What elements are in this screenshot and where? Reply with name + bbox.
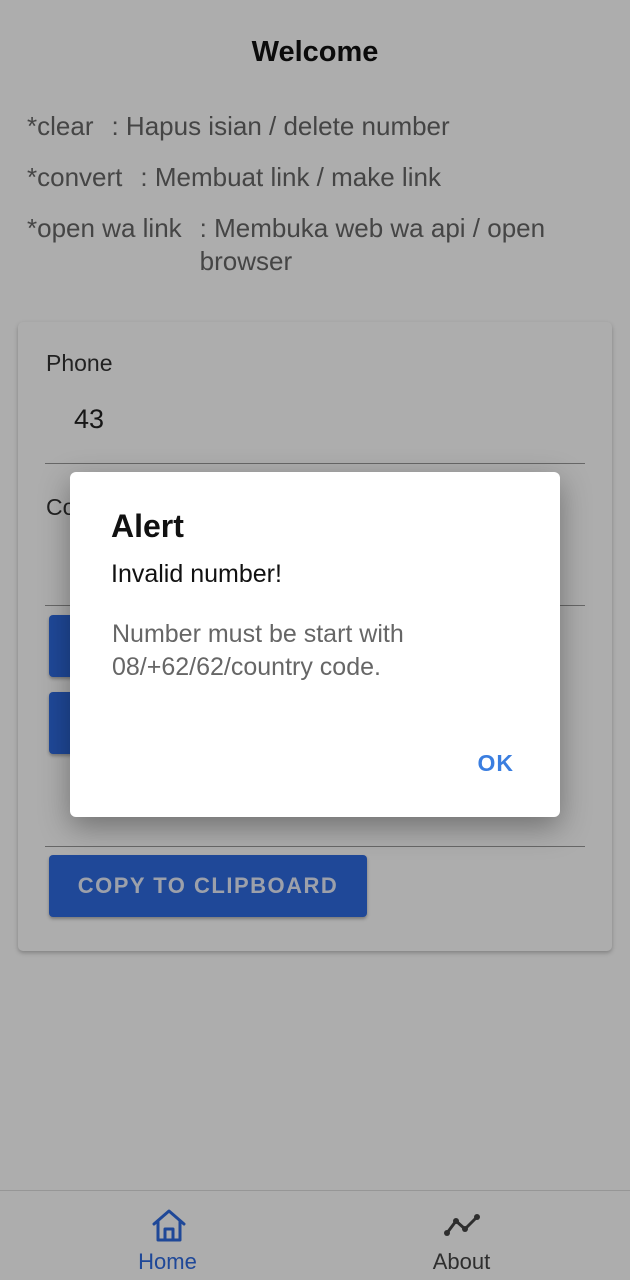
alert-dialog: Alert Invalid number! Number must be sta… <box>70 472 560 817</box>
dialog-title: Alert <box>111 508 184 544</box>
dialog-subtitle: Invalid number! <box>111 560 282 588</box>
app-screen: Welcome *clear : Hapus isian / delete nu… <box>0 0 630 1280</box>
ok-button[interactable]: OK <box>478 750 515 777</box>
dialog-message: Number must be start with 08/+62/62/coun… <box>112 620 404 681</box>
